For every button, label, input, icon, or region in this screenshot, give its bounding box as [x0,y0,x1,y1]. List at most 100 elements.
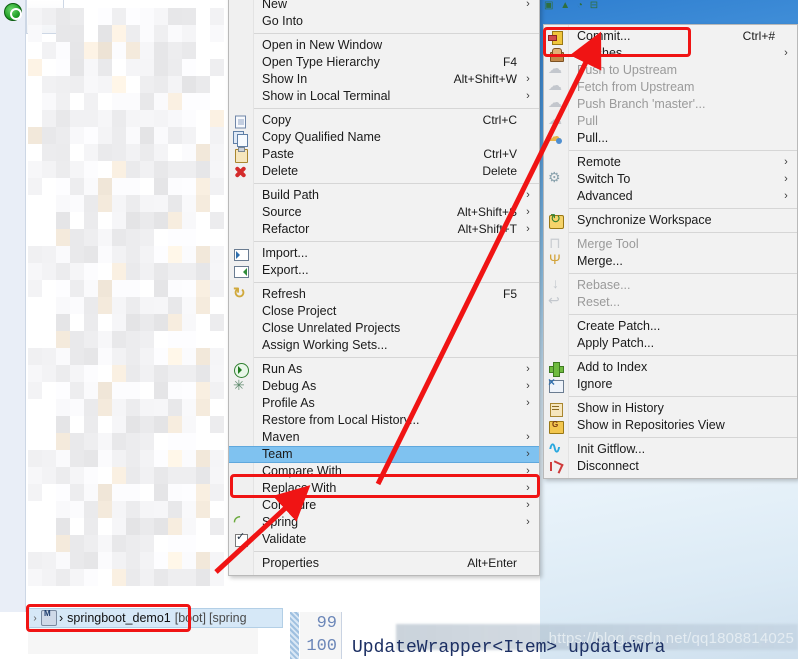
context-menu-item-label: Compare With [262,464,342,478]
blurred-content-region [28,8,224,586]
context-menu-item-close-unrelated-projects[interactable]: Close Unrelated Projects [229,320,539,337]
team-submenu-item-merge-tool: Merge Tool [544,234,797,253]
context-menu-item-label: Copy Qualified Name [262,130,381,144]
context-menu-item-export[interactable]: Export... [229,262,539,279]
context-menu-item-restore-from-local-history[interactable]: Restore from Local History... [229,412,539,429]
editor-line-numbers: 99 100 [300,612,342,659]
team-submenu-item-stashes[interactable]: Stashes › [544,45,797,62]
team-submenu-item-switch-to[interactable]: Switch To › [544,169,797,188]
team-submenu-separator [569,396,797,397]
context-menu-item-label: Show In [262,72,308,86]
chevron-right-icon: › [526,73,530,85]
context-menu-item-paste[interactable]: Paste Ctrl+V [229,146,539,163]
synchronize-icon [548,211,564,229]
team-submenu-item-label: Commit... [577,29,631,43]
team-submenu-item-show-in-repositories-view[interactable]: Show in Repositories View [544,417,797,434]
context-menu-item-show-in-local-terminal[interactable]: Show in Local Terminal › [229,88,539,105]
team-submenu-item-synchronize-workspace[interactable]: Synchronize Workspace [544,211,797,229]
context-menu-item-maven[interactable]: Maven › [229,429,539,446]
context-menu-item-open-in-new-window[interactable]: Open in New Window [229,37,539,54]
team-submenu-item-label: Show in Repositories View [577,418,725,432]
team-submenu-item-label: Apply Patch... [577,336,655,350]
project-context-menu[interactable]: New › Go Into Open in New Window Open Type H… [228,0,540,576]
team-submenu-item-fetch-from-upstream: Fetch from Upstream [544,77,797,96]
team-submenu-item-init-gitflow[interactable]: Init Gitflow... [544,438,797,458]
team-submenu-item-rebase: Rebase... [544,275,797,294]
perspective-icon[interactable] [4,3,22,21]
context-menu-item-compare-with[interactable]: Compare With › [229,463,539,480]
team-submenu-item-show-in-history[interactable]: Show in History [544,400,797,417]
context-menu-item-import[interactable]: Import... [229,245,539,262]
team-submenu-item-create-patch[interactable]: Create Patch... [544,318,797,335]
context-menu-item-configure[interactable]: Configure › [229,497,539,514]
refresh-icon [233,284,249,303]
context-menu-item-go-into[interactable]: Go Into [229,13,539,30]
context-menu-item-copy-qualified-name[interactable]: Copy Qualified Name [229,129,539,147]
team-submenu-item-add-to-index[interactable]: Add to Index [544,359,797,377]
context-menu-item-source[interactable]: Source Alt+Shift+S › [229,204,539,221]
context-menu-item-show-in[interactable]: Show In Alt+Shift+W › [229,71,539,88]
context-menu-item-new[interactable]: New › [229,0,539,13]
tree-background [28,628,258,654]
team-submenu-item-label: Create Patch... [577,319,661,333]
context-menu-item-open-type-hierarchy[interactable]: Open Type Hierarchy F4 [229,54,539,71]
team-submenu-item-merge[interactable]: Merge... [544,251,797,270]
merge-icon [548,251,564,270]
team-submenu-item-remote[interactable]: Remote › [544,154,797,171]
wallpaper-icons: ▣ ▲ ◔ ⊟ [544,0,601,11]
team-submenu-item-ignore[interactable]: Ignore [544,375,797,393]
team-submenu-item-pull: Pull [544,111,797,130]
team-submenu-item-label: Fetch from Upstream [577,80,695,94]
context-menu-item-label: Properties [262,556,319,570]
chevron-right-icon: › [526,431,530,443]
chevron-right-icon: › [526,516,530,528]
commit-icon [548,29,564,45]
switch-to-icon [548,169,564,188]
team-submenu-item-advanced[interactable]: Advanced › [544,188,797,205]
context-menu-item-close-project[interactable]: Close Project [229,303,539,320]
team-submenu-separator [569,208,797,209]
maven-project-icon [41,609,57,626]
team-submenu-item-label: Add to Index [577,360,648,374]
context-menu-item-team[interactable]: Team › [229,446,539,463]
delete-icon [233,164,249,180]
context-menu-item-properties[interactable]: Properties Alt+Enter [229,555,539,572]
team-submenu-item-apply-patch[interactable]: Apply Patch... [544,335,797,352]
context-menu-item-copy[interactable]: Copy Ctrl+C [229,112,539,129]
context-menu-item-run-as[interactable]: Run As › [229,361,539,378]
context-menu-item-assign-working-sets[interactable]: Assign Working Sets... [229,337,539,354]
team-submenu[interactable]: Commit... Ctrl+# Stashes › Push to Upstream F… [543,24,798,479]
context-menu-item-profile-as[interactable]: Profile As › [229,395,539,412]
team-submenu-item-label: Synchronize Workspace [577,213,712,227]
context-menu-item-spring[interactable]: Spring › [229,512,539,531]
context-menu-item-label: Open Type Hierarchy [262,55,380,69]
team-submenu-item-pull[interactable]: Pull... [544,128,797,147]
context-menu-item-build-path[interactable]: Build Path › [229,187,539,204]
team-submenu-item-disconnect[interactable]: Disconnect [544,458,797,475]
context-menu-item-refresh[interactable]: Refresh F5 [229,284,539,303]
validate-checkbox-icon [233,530,249,548]
context-menu-item-accelerator: Alt+Shift+W [453,72,517,86]
context-menu-item-debug-as[interactable]: Debug As › [229,377,539,395]
context-menu-item-accelerator: Alt+Enter [467,556,517,570]
context-menu-item-validate[interactable]: Validate [229,530,539,548]
context-menu-item-label: Close Unrelated Projects [262,321,401,335]
context-menu-item-replace-with[interactable]: Replace With › [229,480,539,497]
context-menu-item-label: Debug As [262,379,317,393]
tree-expand-chevron-icon[interactable]: › [29,613,41,624]
context-menu-item-label: Maven [262,430,300,444]
context-menu-item-label: Build Path [262,188,319,202]
team-submenu-item-label: Merge... [577,254,623,268]
context-menu-item-refactor[interactable]: Refactor Alt+Shift+T › [229,221,539,238]
context-menu-item-delete[interactable]: Delete Delete [229,163,539,180]
team-submenu-separator [569,314,797,315]
context-menu-item-label: Close Project [262,304,337,318]
team-submenu-separator [569,437,797,438]
project-tree-row[interactable]: › › springboot_demo1 [boot] [spring [28,608,283,628]
team-submenu-item-label: Remote [577,155,621,169]
chevron-right-icon: › [526,397,530,409]
context-menu-item-label: Configure [262,498,317,512]
explorer-rail [0,0,26,612]
team-submenu-item-commit[interactable]: Commit... Ctrl+# [544,28,797,45]
context-menu-item-label: Go Into [262,14,303,28]
